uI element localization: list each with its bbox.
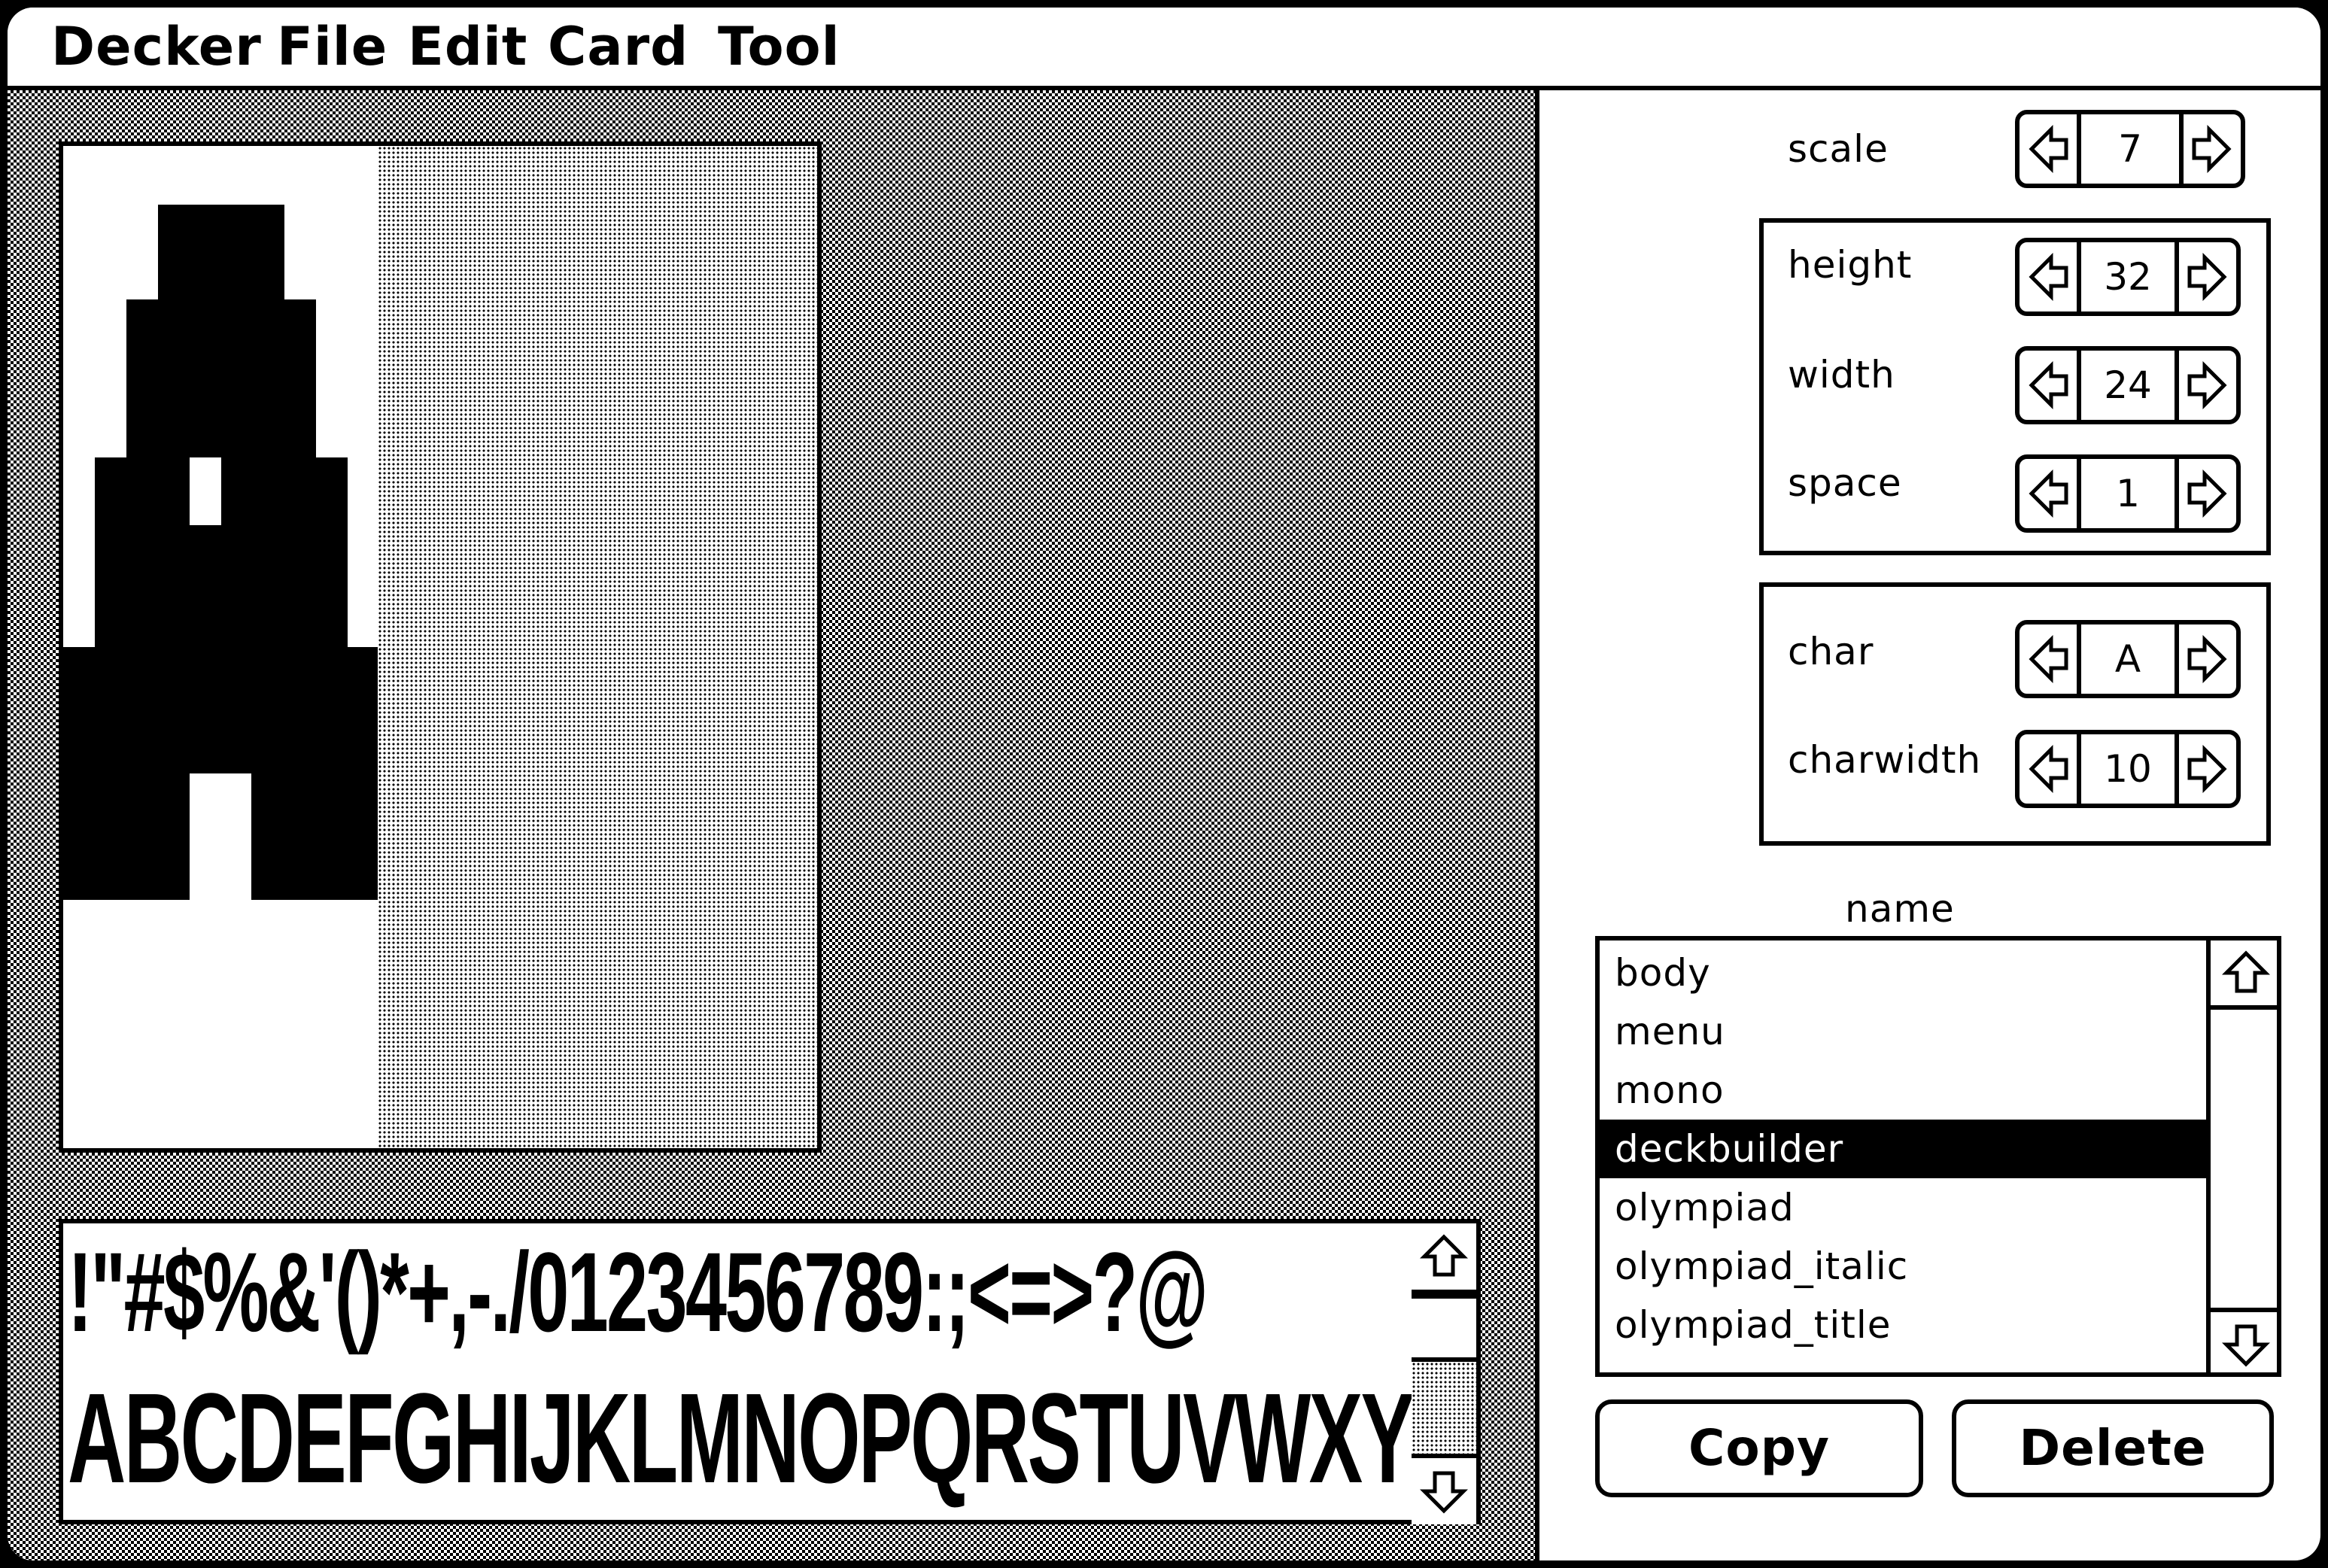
font-list-scrollbar[interactable] bbox=[2206, 940, 2277, 1372]
scale-value[interactable]: 7 bbox=[2081, 114, 2179, 184]
right-arrow-icon[interactable] bbox=[2175, 734, 2236, 804]
up-arrow-icon[interactable] bbox=[1412, 1223, 1476, 1294]
font-list[interactable]: body menu mono deckbuilder olympiad olym… bbox=[1595, 936, 2281, 1377]
scale-stepper: 7 bbox=[2015, 110, 2245, 188]
left-arrow-icon[interactable] bbox=[2020, 242, 2081, 311]
left-arrow-icon[interactable] bbox=[2020, 734, 2081, 804]
char-stepper: A bbox=[2015, 620, 2241, 698]
width-stepper: 24 bbox=[2015, 346, 2241, 424]
right-arrow-icon[interactable] bbox=[2175, 459, 2236, 528]
list-item-mono[interactable]: mono bbox=[1600, 1061, 2206, 1120]
glyph-pixel bbox=[221, 331, 316, 457]
space-label: space bbox=[1788, 461, 1902, 505]
glyph-pixel bbox=[126, 331, 190, 457]
menu-tool[interactable]: Tool bbox=[718, 17, 840, 77]
height-label: height bbox=[1788, 243, 1913, 287]
preview-line-symbols: !"#$%&'()*+,-./0123456789:;<=>?@ bbox=[68, 1229, 1208, 1355]
list-item-menu[interactable]: menu bbox=[1600, 1002, 2206, 1061]
glyph-pixel bbox=[251, 773, 378, 900]
delete-button[interactable]: Delete bbox=[1952, 1399, 2274, 1497]
char-value[interactable]: A bbox=[2081, 624, 2175, 694]
menu-decker[interactable]: Decker bbox=[51, 17, 262, 77]
left-arrow-icon[interactable] bbox=[2020, 114, 2081, 184]
name-label: name bbox=[1845, 887, 1955, 931]
charwidth-label: charwidth bbox=[1788, 738, 1982, 782]
list-item-olympiad-italic[interactable]: olympiad_italic bbox=[1600, 1237, 2206, 1296]
preview-scroll-thumb[interactable] bbox=[1412, 1294, 1476, 1362]
copy-button[interactable]: Copy bbox=[1595, 1399, 1923, 1497]
left-arrow-icon[interactable] bbox=[2020, 351, 2081, 420]
glyph-pixel bbox=[63, 773, 190, 900]
list-item-deckbuilder[interactable]: deckbuilder bbox=[1600, 1120, 2206, 1178]
width-value[interactable]: 24 bbox=[2081, 351, 2175, 420]
down-arrow-icon[interactable] bbox=[2211, 1308, 2277, 1372]
glyph-pixel bbox=[158, 205, 284, 299]
char-label: char bbox=[1788, 630, 1874, 673]
glyph-pixel bbox=[126, 299, 316, 331]
list-item-olympiad[interactable]: olympiad bbox=[1600, 1178, 2206, 1237]
menu-bar: Decker File Edit Card Tool bbox=[8, 8, 2320, 90]
glyph-out-of-bounds-area bbox=[378, 146, 817, 1148]
charwidth-value[interactable]: 10 bbox=[2081, 734, 2175, 804]
glyph-pixel bbox=[63, 647, 378, 773]
menu-card[interactable]: Card bbox=[548, 17, 688, 77]
font-preview: !"#$%&'()*+,-./0123456789:;<=>?@ ABCDEFG… bbox=[59, 1219, 1421, 1524]
width-label: width bbox=[1788, 353, 1895, 397]
glyph-editor-canvas[interactable] bbox=[59, 141, 822, 1153]
space-value[interactable]: 1 bbox=[2081, 459, 2175, 528]
glyph-pixel bbox=[95, 457, 190, 647]
decker-window: Decker File Edit Card Tool !"#$%&'()*+,-… bbox=[8, 8, 2320, 1560]
menu-edit[interactable]: Edit bbox=[408, 17, 527, 77]
list-item-body[interactable]: body bbox=[1600, 944, 2206, 1002]
scale-label: scale bbox=[1788, 127, 1889, 171]
glyph-pixel bbox=[221, 457, 348, 647]
up-arrow-icon[interactable] bbox=[2211, 940, 2277, 1010]
right-arrow-icon[interactable] bbox=[2175, 351, 2236, 420]
left-arrow-icon[interactable] bbox=[2020, 624, 2081, 694]
list-item-olympiad-title[interactable]: olympiad_title bbox=[1600, 1296, 2206, 1354]
height-stepper: 32 bbox=[2015, 238, 2241, 316]
right-arrow-icon[interactable] bbox=[2175, 624, 2236, 694]
height-value[interactable]: 32 bbox=[2081, 242, 2175, 311]
right-arrow-icon[interactable] bbox=[2179, 114, 2241, 184]
glyph-pixel bbox=[190, 331, 221, 457]
preview-scrollbar[interactable] bbox=[1412, 1219, 1481, 1524]
preview-line-uppercase: ABCDEFGHIJKLMNOPQRSTUVWXYZ bbox=[68, 1367, 1421, 1510]
glyph-pixel bbox=[190, 525, 221, 647]
font-editor-area: !"#$%&'()*+,-./0123456789:;<=>?@ ABCDEFG… bbox=[8, 90, 1539, 1560]
down-arrow-icon[interactable] bbox=[1412, 1454, 1476, 1524]
right-arrow-icon[interactable] bbox=[2175, 242, 2236, 311]
space-stepper: 1 bbox=[2015, 454, 2241, 533]
menu-file[interactable]: File bbox=[277, 17, 387, 77]
left-arrow-icon[interactable] bbox=[2020, 459, 2081, 528]
charwidth-stepper: 10 bbox=[2015, 730, 2241, 808]
